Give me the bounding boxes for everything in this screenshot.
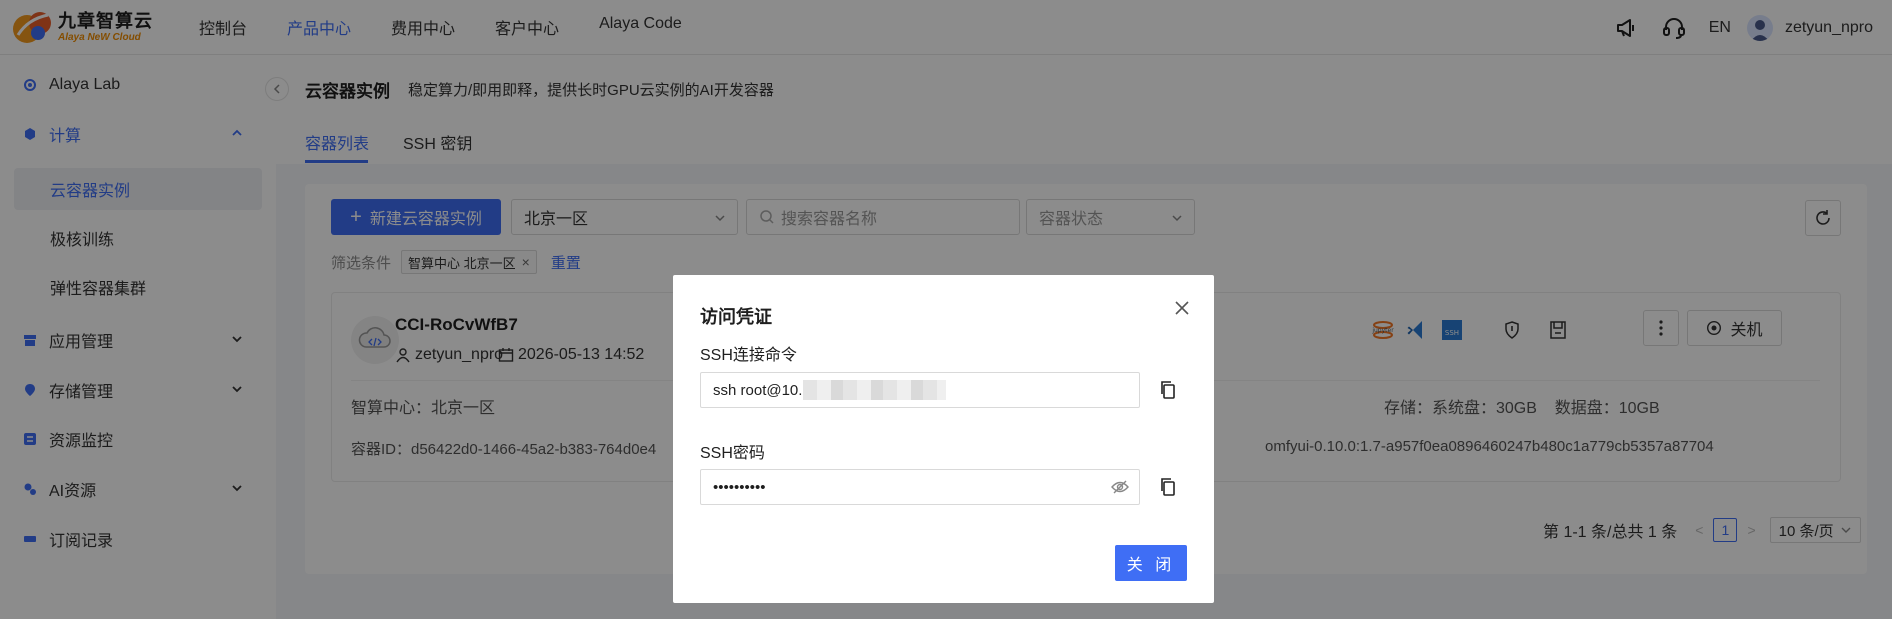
ssh-password-label: SSH密码	[700, 445, 765, 462]
redacted-ip-mask	[803, 380, 947, 400]
ssh-command-label: SSH连接命令	[700, 347, 797, 364]
eye-hidden-icon[interactable]	[1111, 479, 1129, 495]
copy-ssh-command-button[interactable]	[1157, 379, 1179, 401]
close-icon[interactable]	[1171, 297, 1193, 319]
ssh-command-value: ssh root@10.	[713, 381, 803, 399]
ssh-password-value: ••••••••••	[713, 478, 766, 496]
dialog-title: 访问凭证	[700, 307, 772, 327]
copy-ssh-password-button[interactable]	[1157, 476, 1179, 498]
copy-icon	[1161, 381, 1175, 399]
copy-icon	[1161, 478, 1175, 496]
close-dialog-button[interactable]: 关 闭	[1115, 545, 1187, 581]
ssh-password-field[interactable]: ••••••••••	[700, 469, 1140, 505]
access-credentials-dialog: 访问凭证 SSH连接命令 ssh root@10. SSH密码 ••••••••…	[673, 275, 1214, 603]
ssh-command-field[interactable]: ssh root@10.	[700, 372, 1140, 408]
